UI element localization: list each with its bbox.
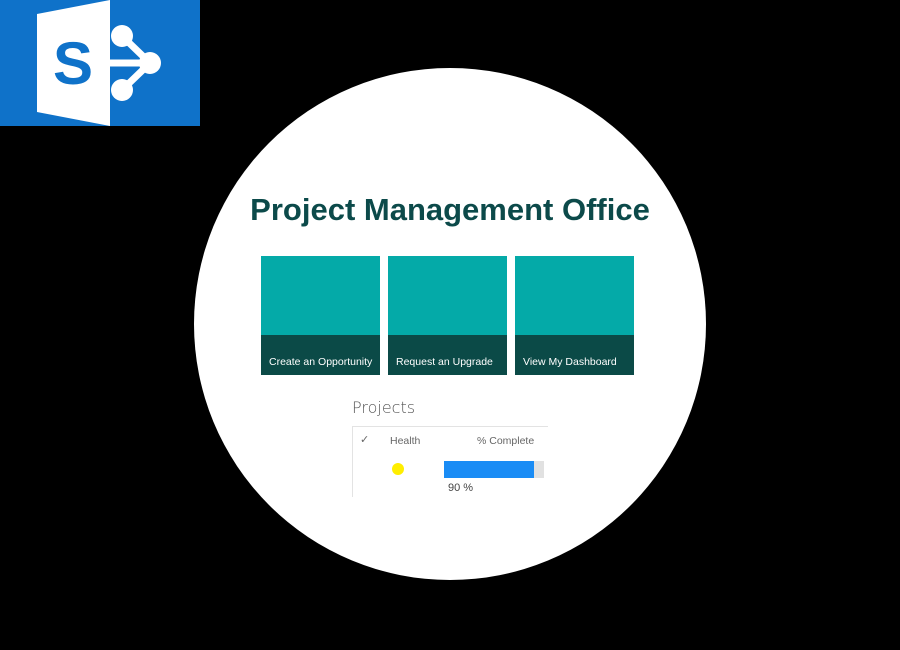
progress-bar — [444, 461, 544, 478]
sharepoint-icon: S — [37, 0, 161, 126]
tile-caption-bar — [515, 335, 634, 375]
tile-caption-bar — [261, 335, 380, 375]
projects-table: ✓ Health % Complete 90 % — [352, 426, 548, 497]
tile-request-upgrade[interactable]: Request an Upgrade — [388, 256, 507, 375]
logo-letter: S — [53, 30, 93, 97]
sharepoint-logo: S — [0, 0, 200, 126]
tile-view-dashboard[interactable]: View My Dashboard — [515, 256, 634, 375]
progress-bar-fill — [444, 461, 534, 478]
tile-create-opportunity[interactable]: Create an Opportunity — [261, 256, 380, 375]
tile-label: Request an Upgrade — [396, 356, 493, 368]
percent-complete-value: 90 % — [448, 482, 474, 494]
tile-label: Create an Opportunity — [269, 356, 373, 368]
column-header-percent-complete[interactable]: % Complete — [477, 435, 534, 447]
column-header-health[interactable]: Health — [390, 435, 420, 447]
tile-label: View My Dashboard — [523, 356, 617, 368]
screen: S Project Management Office Create an Op… — [0, 0, 900, 650]
tile-caption-bar — [388, 335, 507, 375]
health-indicator — [392, 463, 404, 475]
checkmark-icon[interactable]: ✓ — [360, 433, 369, 446]
page-title: Project Management Office — [250, 192, 650, 227]
projects-heading[interactable]: Projects — [352, 398, 415, 417]
content-circle: Project Management Office Create an Oppo… — [194, 68, 706, 580]
